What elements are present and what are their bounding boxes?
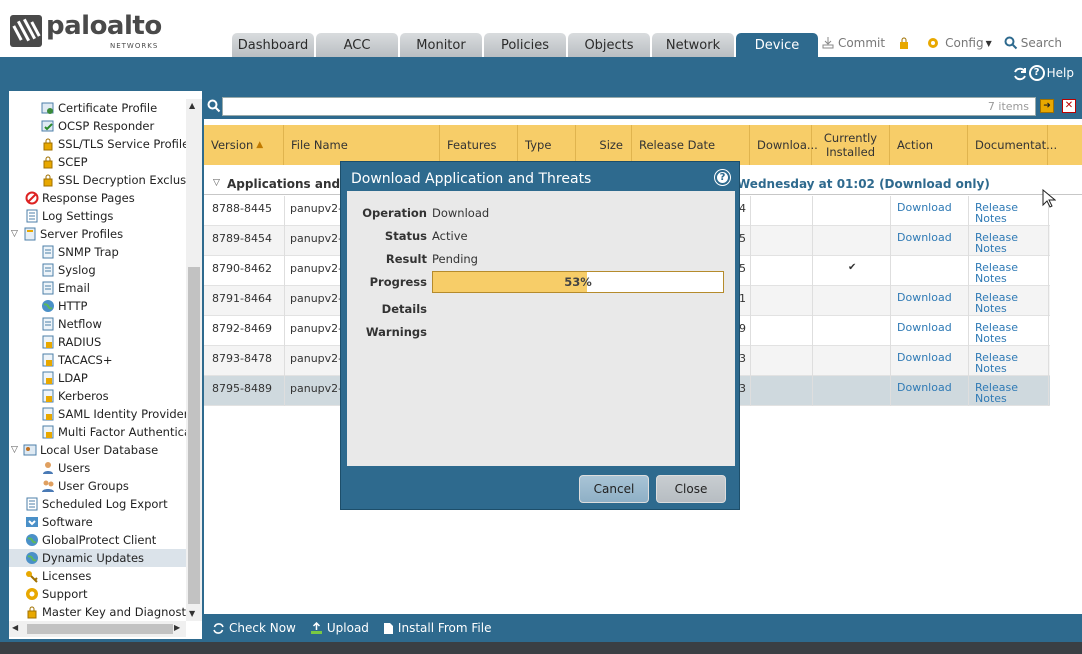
status-value: Active [432, 229, 468, 243]
status-label: Status [384, 229, 427, 243]
mouse-cursor-icon [1042, 189, 1056, 208]
result-row: Result Pending [347, 252, 735, 270]
warnings-row: Warnings [347, 325, 735, 343]
result-label: Result [385, 252, 427, 266]
progress-percent: 53% [564, 275, 592, 289]
status-row: Status Active [347, 229, 735, 247]
close-button[interactable]: Close [656, 475, 726, 503]
dialog-title: Download Application and Threats [351, 171, 592, 187]
result-value: Pending [432, 252, 478, 266]
progress-bar: 53% [432, 271, 724, 293]
dialog-help-icon[interactable]: ? [715, 170, 730, 185]
details-row: Details [347, 302, 735, 320]
operation-row: Operation Download [347, 206, 735, 224]
cancel-button[interactable]: Cancel [579, 475, 649, 503]
download-dialog: Download Application and Threats ? Opera… [340, 161, 740, 510]
operation-label: Operation [362, 206, 427, 220]
operation-value: Download [432, 206, 490, 220]
modal-overlay: Download Application and Threats ? Opera… [0, 0, 1082, 654]
progress-label: Progress [369, 275, 427, 289]
warnings-label: Warnings [365, 325, 427, 339]
dialog-body: Operation Download Status Active Result … [347, 191, 735, 466]
details-label: Details [381, 302, 427, 316]
